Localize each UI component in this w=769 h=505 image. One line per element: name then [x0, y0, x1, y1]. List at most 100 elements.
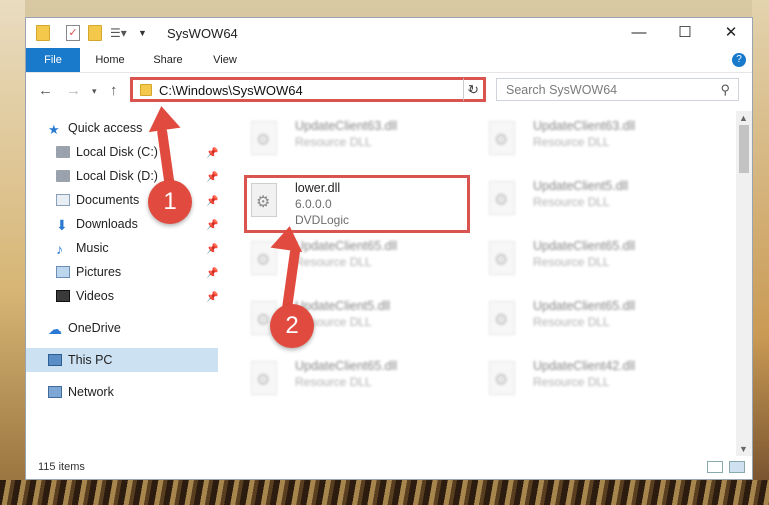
tab-file[interactable]: File	[26, 48, 80, 72]
documents-icon	[56, 194, 70, 206]
sidebar-item-local-disk-d[interactable]: Local Disk (D:)	[56, 165, 158, 187]
music-note-icon: ♪	[56, 241, 63, 257]
dll-file-icon	[251, 121, 277, 155]
sidebar-item-label: Network	[68, 385, 114, 399]
file-type: Resource DLL	[295, 135, 372, 149]
annotation-arrowhead-2	[270, 223, 306, 253]
sidebar-item-quick-access[interactable]: ★ Quick access	[48, 117, 142, 139]
file-name: UpdateClient42.dll	[533, 359, 636, 373]
file-name: UpdateClient65.dll	[533, 239, 636, 253]
file-name: UpdateClient65.dll	[295, 359, 398, 373]
sidebar-item-this-pc[interactable]: This PC	[48, 349, 112, 371]
file-name: UpdateClient5.dll	[533, 179, 629, 193]
file-item[interactable]: UpdateClient63.dll Resource DLL	[245, 115, 475, 167]
address-path[interactable]: C:\Windows\SysWOW64	[159, 83, 303, 98]
sidebar-item-label: Documents	[76, 193, 140, 207]
sidebar-item-label: Pictures	[76, 265, 122, 279]
sidebar-item-label: Music	[76, 241, 109, 255]
file-name: UpdateClient65.dll	[533, 299, 636, 313]
tab-share[interactable]: Share	[142, 48, 194, 72]
file-item[interactable]: UpdateClient42.dll Resource DLL	[483, 355, 713, 407]
dll-file-icon	[489, 361, 515, 395]
recent-locations-icon[interactable]: ▾	[92, 86, 97, 97]
file-type: Resource DLL	[533, 255, 610, 269]
sidebar-item-documents[interactable]: Documents	[56, 189, 139, 211]
file-name: UpdateClient63.dll	[533, 119, 636, 133]
annotation-arrowhead-1	[145, 103, 181, 133]
window-title: SysWOW64	[167, 26, 238, 41]
step-badge-1: 1	[148, 180, 192, 224]
desktop-background-right	[752, 0, 769, 480]
sidebar-item-local-disk-c[interactable]: Local Disk (C:)	[56, 141, 158, 163]
dll-file-icon	[251, 361, 277, 395]
title-bar: ✓ ☰▾ ▼ SysWOW64 — ☐ ✕	[26, 18, 752, 48]
network-icon	[48, 386, 62, 398]
help-button[interactable]: ?	[732, 53, 746, 67]
pin-icon[interactable]: 📌	[206, 172, 218, 183]
sidebar-item-label: This PC	[68, 353, 113, 367]
dll-file-icon	[489, 181, 515, 215]
dll-file-icon	[489, 121, 515, 155]
sidebar-item-label: Quick access	[68, 121, 143, 135]
file-item[interactable]: UpdateClient65.dll Resource DLL	[245, 355, 475, 407]
sidebar-item-label: OneDrive	[68, 321, 121, 335]
sidebar-item-downloads[interactable]: ⬇ Downloads	[56, 213, 138, 235]
navigation-pane: ★ Quick access Local Disk (C:) 📌 Local Di…	[26, 111, 218, 446]
forward-arrow-icon[interactable]: →	[66, 82, 81, 99]
desktop-background-left	[0, 0, 25, 480]
search-input[interactable]: Search SysWOW64	[506, 83, 617, 97]
properties-quick-icon[interactable]: ✓	[66, 25, 80, 41]
back-arrow-icon[interactable]: ←	[38, 82, 53, 99]
sidebar-item-music[interactable]: ♪ Music	[56, 237, 109, 259]
file-item[interactable]: UpdateClient65.dll Resource DLL	[483, 295, 713, 347]
pin-icon[interactable]: 📌	[206, 292, 218, 303]
scroll-up-icon[interactable]: ▲	[739, 113, 748, 123]
file-item[interactable]: UpdateClient5.dll Resource DLL	[483, 175, 713, 227]
details-view-icon[interactable]	[707, 461, 723, 473]
minimize-button[interactable]: —	[616, 18, 662, 48]
tab-view[interactable]: View	[200, 48, 250, 72]
download-arrow-icon: ⬇	[56, 217, 68, 233]
ribbon-tabs: File Home Share View ?	[26, 48, 752, 73]
scrollbar-thumb[interactable]	[739, 125, 749, 173]
scroll-down-icon[interactable]: ▼	[739, 444, 748, 454]
file-type: Resource DLL	[533, 375, 610, 389]
step-badge-2: 2	[270, 304, 314, 348]
maximize-button[interactable]: ☐	[662, 18, 708, 48]
pin-icon[interactable]: 📌	[206, 196, 218, 207]
pin-icon[interactable]: 📌	[206, 220, 218, 231]
vertical-scrollbar[interactable]: ▲ ▼	[736, 111, 752, 456]
folder-icon	[36, 25, 50, 41]
navigation-bar: ← → ▾ ↑ C:\Windows\SysWOW64 ⌄ ↻ Search S…	[26, 73, 752, 107]
file-name: UpdateClient5.dll	[295, 299, 391, 313]
item-count: 115 items	[38, 461, 85, 473]
sidebar-item-network[interactable]: Network	[48, 381, 114, 403]
address-bar[interactable]: C:\Windows\SysWOW64 ⌄	[130, 77, 486, 102]
close-button[interactable]: ✕	[708, 18, 754, 48]
folder-icon	[140, 84, 152, 96]
star-icon: ★	[48, 122, 60, 137]
search-box[interactable]: Search SysWOW64 ⚲	[496, 78, 739, 101]
status-bar: 115 items	[26, 456, 752, 479]
sidebar-item-label: Downloads	[76, 217, 138, 231]
search-icon[interactable]: ⚲	[720, 82, 730, 98]
pin-icon[interactable]: 📌	[206, 268, 218, 279]
sidebar-item-videos[interactable]: Videos	[56, 285, 114, 307]
chevron-down-icon[interactable]: ▼	[138, 25, 148, 41]
pin-icon[interactable]: 📌	[206, 244, 218, 255]
file-item[interactable]: UpdateClient63.dll Resource DLL	[483, 115, 713, 167]
customize-toolbar-icon[interactable]: ☰▾	[110, 25, 130, 41]
file-list: UpdateClient63.dll Resource DLL lower.dl…	[219, 111, 736, 456]
cloud-icon: ☁	[48, 321, 62, 337]
sidebar-item-onedrive[interactable]: ☁ OneDrive	[48, 317, 121, 339]
pin-icon[interactable]: 📌	[206, 148, 218, 159]
refresh-button[interactable]: ↻	[463, 77, 486, 102]
file-type: Resource DLL	[533, 135, 610, 149]
file-item[interactable]: UpdateClient65.dll Resource DLL	[483, 235, 713, 287]
up-arrow-icon[interactable]: ↑	[110, 82, 118, 99]
tab-home[interactable]: Home	[84, 48, 136, 72]
large-icons-view-icon[interactable]	[729, 461, 745, 473]
sidebar-item-pictures[interactable]: Pictures	[56, 261, 121, 283]
film-strip-icon	[56, 290, 70, 302]
new-folder-quick-icon[interactable]	[88, 25, 102, 41]
